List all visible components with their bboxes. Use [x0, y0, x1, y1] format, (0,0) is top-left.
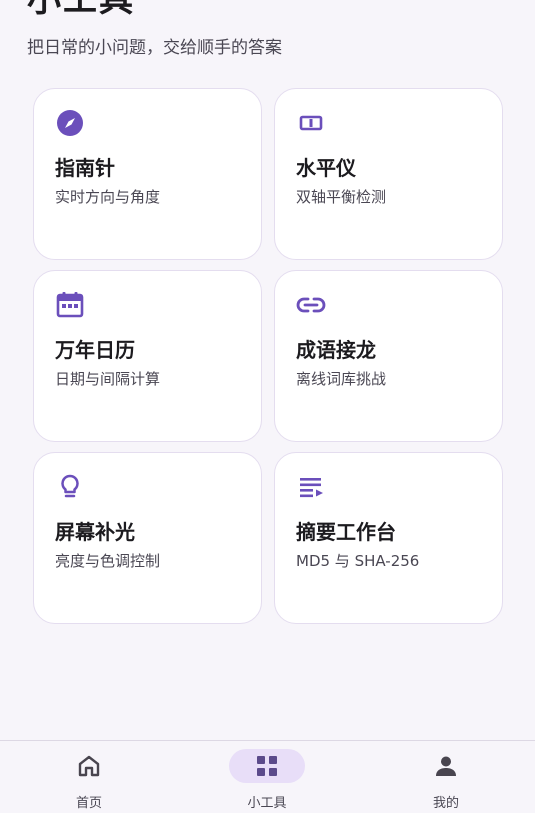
tool-card-level[interactable]: 水平仪 双轴平衡检测 [274, 88, 503, 260]
nav-icon-container [51, 749, 127, 783]
nav-icon-container [229, 749, 305, 783]
tool-card-desc: 双轴平衡检测 [296, 188, 387, 206]
nav-label-tools: 小工具 [247, 796, 287, 811]
person-icon [436, 756, 456, 776]
nav-label-home: 首页 [75, 796, 102, 811]
tool-card-title: 指南针 [55, 156, 115, 180]
tool-card-compass[interactable]: 指南针 实时方向与角度 [33, 88, 262, 260]
calendar-icon [54, 289, 86, 321]
home-icon [78, 755, 100, 777]
bottom-navigation: 首页 小工具 我的 [0, 740, 535, 811]
lightbulb-icon [54, 471, 86, 503]
tool-card-title: 万年日历 [55, 338, 135, 362]
nav-item-tools[interactable]: 小工具 [178, 741, 356, 811]
tool-card-digest[interactable]: 摘要工作台 MD5 与 SHA-256 [274, 452, 503, 624]
nav-label-me: 我的 [432, 796, 459, 811]
tool-card-title: 屏幕补光 [55, 520, 135, 544]
tool-card-title: 水平仪 [296, 156, 356, 180]
tool-card-calendar[interactable]: 万年日历 日期与间隔计算 [33, 270, 262, 442]
link-icon [295, 289, 327, 321]
tool-card-desc: 亮度与色调控制 [55, 552, 161, 570]
nav-item-home[interactable]: 首页 [0, 741, 178, 811]
nav-item-me[interactable]: 我的 [357, 741, 535, 811]
tool-card-desc: 实时方向与角度 [55, 188, 161, 206]
tool-card-desc: 离线词库挑战 [296, 370, 387, 388]
tool-card-desc: 日期与间隔计算 [55, 370, 161, 388]
tool-card-title: 摘要工作台 [296, 520, 396, 544]
tool-card-idiom[interactable]: 成语接龙 离线词库挑战 [274, 270, 503, 442]
page-subtitle: 把日常的小问题，交给顺手的答案 [27, 38, 282, 58]
level-icon [295, 107, 327, 139]
page-title: 小工具 [27, 0, 135, 20]
grid-icon [257, 756, 277, 776]
nav-icon-container [408, 749, 484, 783]
text-list-icon [295, 471, 327, 503]
tool-card-title: 成语接龙 [296, 338, 376, 362]
tool-card-light[interactable]: 屏幕补光 亮度与色调控制 [33, 452, 262, 624]
tools-grid: 指南针 实时方向与角度 水平仪 双轴平衡检测 万年日历 日期与间隔计算 成语接龙… [33, 88, 503, 624]
tool-card-desc: MD5 与 SHA-256 [296, 552, 420, 570]
compass-icon [54, 107, 86, 139]
